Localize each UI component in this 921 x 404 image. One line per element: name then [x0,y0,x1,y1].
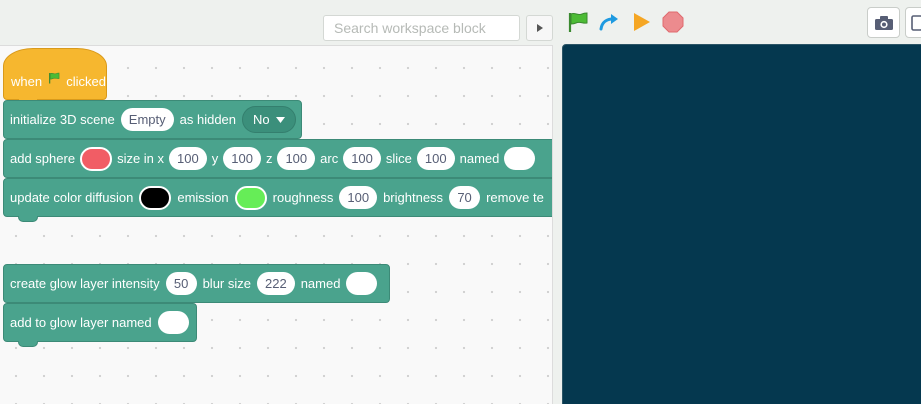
arc-label: arc [320,151,339,166]
sphere-color-swatch[interactable] [80,146,113,171]
initialize-3d-scene-block[interactable]: initialize 3D scene Empty as hidden No [3,100,302,139]
scene-value-input[interactable]: Empty [120,108,174,131]
slice-label: slice [385,151,412,166]
camera-icon [874,15,893,30]
init-scene-label: initialize 3D scene [10,112,115,127]
blur-size-label: blur size [202,276,251,291]
hidden-dropdown-value: No [253,112,270,127]
size-x-label: size in x [117,151,165,166]
add-sphere-label: add sphere [10,151,76,166]
run-triangle-icon [634,13,650,31]
stage-layout-icon [911,14,921,31]
when-flag-clicked-block[interactable]: when clicked [3,48,107,105]
size-z-input[interactable]: 100 [277,147,316,170]
caret-down-icon [275,116,285,123]
block-workspace[interactable]: when clicked initialize 3D scene Empty a… [0,45,553,404]
size-y-input[interactable]: 100 [223,147,261,170]
create-glow-layer-block[interactable]: create glow layer intensity 50 blur size… [3,264,390,303]
stage-layout-button[interactable] [905,7,921,38]
glow-layer-label: create glow layer intensity [10,276,160,291]
brightness-label: brightness [383,190,444,205]
add-sphere-block[interactable]: add sphere size in x 100 y 100 z 100 arc… [3,139,552,178]
size-x-input[interactable]: 100 [169,147,207,170]
play-triangle-icon [536,24,543,32]
blur-size-input[interactable]: 222 [257,272,295,295]
run-button[interactable] [629,10,653,34]
emission-label: emission [177,190,229,205]
update-color-label: update color diffusion [10,190,134,205]
hat-when-label: when [11,74,43,89]
stop-button[interactable] [661,10,685,34]
search-workspace-input[interactable] [323,15,520,41]
slice-input[interactable]: 100 [416,147,455,170]
glow-name-input[interactable] [346,272,378,295]
emission-color-swatch[interactable] [234,185,267,210]
size-y-label: y [211,151,219,166]
green-flag-icon [568,12,588,32]
sphere-named-label: named [459,151,500,166]
add-glow-label: add to glow layer named [10,315,152,330]
hat-clicked-label: clicked [66,74,106,89]
stage-canvas[interactable] [562,44,921,404]
camera-button[interactable] [867,7,900,38]
add-to-glow-layer-block[interactable]: add to glow layer named [3,303,197,347]
remove-texture-label: remove te [486,190,544,205]
arc-input[interactable]: 100 [343,147,381,170]
green-flag-button[interactable] [566,10,590,34]
hidden-dropdown[interactable]: No [242,106,296,133]
update-color-block[interactable]: update color diffusion emission roughnes… [3,178,552,222]
search-go-button[interactable] [526,15,553,41]
roughness-input[interactable]: 100 [339,186,378,209]
brightness-input[interactable]: 70 [449,186,481,209]
glow-named-label: named [300,276,341,291]
redo-arrow-icon [599,14,618,31]
top-toolbar [0,0,921,45]
size-z-label: z [265,151,273,166]
stop-octagon-icon [662,11,684,33]
add-glow-name-input[interactable] [157,311,189,334]
green-flag-icon [49,72,60,84]
redo-button[interactable] [597,10,621,34]
glow-intensity-input[interactable]: 50 [165,272,197,295]
as-hidden-label: as hidden [179,112,237,127]
diffusion-color-swatch[interactable] [139,185,172,210]
sphere-name-input[interactable] [504,147,536,170]
roughness-label: roughness [272,190,334,205]
